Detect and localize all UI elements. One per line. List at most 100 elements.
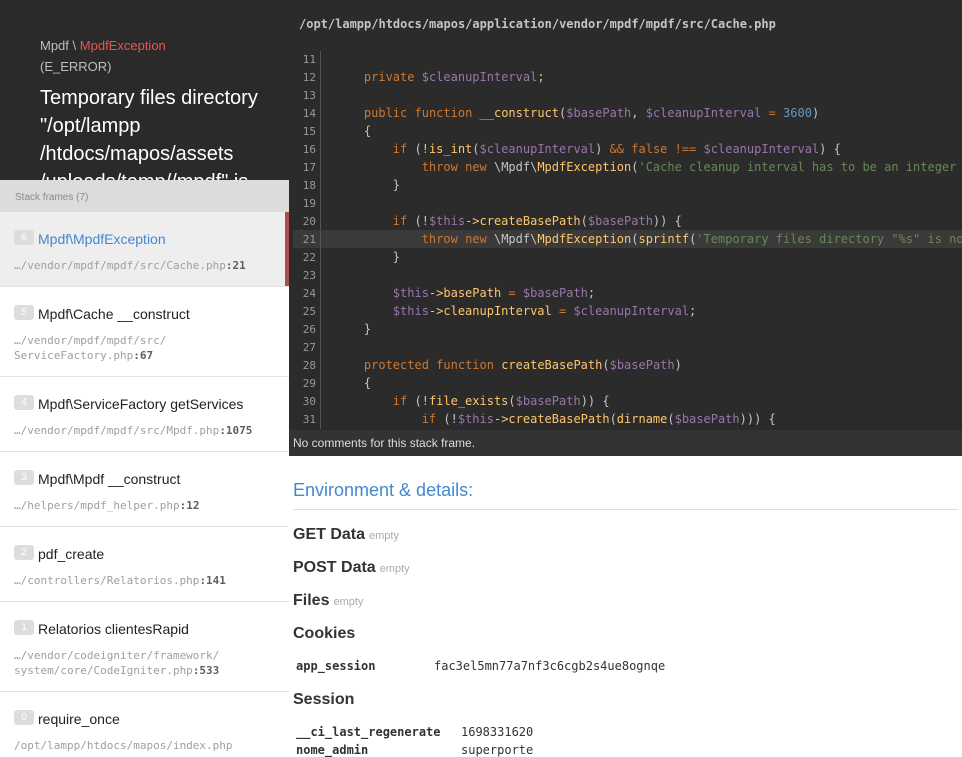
frame-index: 4 xyxy=(14,395,34,410)
frame-file-path: …/helpers/mpdf_helper.php xyxy=(14,499,180,512)
stack-frame[interactable]: 0 require_once/opt/lampp/htdocs/mapos/ind… xyxy=(0,692,289,755)
exception-message[interactable]: Temporary files directory "/opt/lampp /h… xyxy=(40,84,265,180)
code-line-text: private $cleanupInterval; xyxy=(363,70,545,84)
code-line: 29 { xyxy=(293,374,962,393)
code-line-text: throw new \Mpdf\MpdfException(sprintf('T… xyxy=(421,232,962,246)
post-data-label: POST Data xyxy=(293,559,376,576)
exception-class: Mpdf \ MpdfException xyxy=(40,38,166,53)
code-line-number: 11 xyxy=(293,51,321,69)
code-line-text: $this->cleanupInterval = $cleanupInterva… xyxy=(392,304,697,318)
code-line-number: 20 xyxy=(293,213,321,231)
code-line: 31 if (!$this->createBasePath(dirname($b… xyxy=(293,410,962,429)
frame-file: …/vendor/codeigniter/framework/ system/c… xyxy=(14,648,276,678)
code-line-text: } xyxy=(335,250,401,264)
code-line-number: 26 xyxy=(293,321,321,339)
stack-frame[interactable]: 1 Relatorios clientesRapid …/vendor/codeig… xyxy=(0,602,289,692)
stack-frame[interactable]: 5 Mpdf\Cache __construct …/vendor/mpdf/mpd… xyxy=(0,287,289,377)
code-line-number: 14 xyxy=(293,105,321,123)
cookie-key: app_session xyxy=(296,659,376,673)
post-data-section: POST Data empty xyxy=(293,559,410,577)
code-line-number: 30 xyxy=(293,393,321,411)
post-data-empty: empty xyxy=(379,563,410,575)
stack-frame[interactable]: 3 Mpdf\Mpdf __construct …/helpers/mpdf_hel… xyxy=(0,452,289,527)
cookies-section: Cookies xyxy=(293,625,355,643)
code-line-number: 22 xyxy=(293,249,321,267)
details-panel: /opt/lampp/htdocs/mapos/application/vend… xyxy=(289,0,962,757)
frame-file: …/vendor/mpdf/mpdf/src/ ServiceFactory.p… xyxy=(14,333,276,363)
code-line-text: if (!file_exists($basePath)) { xyxy=(392,394,610,408)
files-section: Files empty xyxy=(293,592,363,610)
code-line-number: 18 xyxy=(293,177,321,195)
frame-file: …/controllers/Relatorios.php:141 xyxy=(14,573,276,588)
frame-file-path: …/vendor/mpdf/mpdf/src/Mpdf.php xyxy=(14,424,220,437)
cookies-label: Cookies xyxy=(293,625,356,642)
code-line-text: if (!$this->createBasePath(dirname($base… xyxy=(421,412,776,426)
code-viewer: /opt/lampp/htdocs/mapos/application/vend… xyxy=(289,0,962,430)
code-line-number: 24 xyxy=(293,285,321,303)
code-line: 26 } xyxy=(293,320,962,339)
get-data-empty: empty xyxy=(369,530,399,542)
code-line: 20 if (!$this->createBasePath($basePath)… xyxy=(293,212,962,231)
stack-frames-panel: Mpdf \ MpdfException (E_ERROR) Temporary… xyxy=(0,0,289,755)
exception-class-name: MpdfException xyxy=(79,38,166,53)
frame-file: …/helpers/mpdf_helper.php:12 xyxy=(14,498,276,513)
frame-line-number: :533 xyxy=(192,664,220,677)
code-line: 13 xyxy=(293,86,962,105)
files-empty: empty xyxy=(333,596,364,608)
code-line: 27 xyxy=(293,338,962,357)
code-file-path[interactable]: /opt/lampp/htdocs/mapos/application/vend… xyxy=(299,17,776,31)
code-line-number: 25 xyxy=(293,303,321,321)
code-line-text: } xyxy=(335,322,372,336)
session-section: Session xyxy=(293,691,354,709)
frame-line-number: :21 xyxy=(225,259,246,272)
frame-title: Relatorios clientesRapid xyxy=(38,621,189,637)
frame-file-path: /opt/lampp/htdocs/mapos/index.php xyxy=(14,739,233,752)
exception-namespace: Mpdf xyxy=(40,38,69,53)
stack-frame[interactable]: 6 Mpdf\MpdfException …/vendor/mpdf/mpdf/sr… xyxy=(0,212,289,287)
code-line-number: 28 xyxy=(293,357,321,375)
frame-title: require_once xyxy=(38,711,120,727)
code-line-number: 16 xyxy=(293,141,321,159)
code-line-number: 13 xyxy=(293,87,321,105)
session-key: __ci_last_regenerate xyxy=(296,725,441,739)
code-line-text: } xyxy=(335,178,401,192)
exception-header: Mpdf \ MpdfException (E_ERROR) Temporary… xyxy=(0,0,289,180)
frame-line-number: :1075 xyxy=(219,424,253,437)
code-line-number: 19 xyxy=(293,195,321,213)
get-data-section: GET Data empty xyxy=(293,526,399,544)
frame-title: Mpdf\Cache __construct xyxy=(38,306,190,322)
frame-index: 1 xyxy=(14,620,34,635)
namespace-separator: \ xyxy=(72,38,77,53)
code-line-number: 12 xyxy=(293,69,321,87)
cookie-value: fac3el5mn77a7nf3c6cgb2s4ue8ognqe xyxy=(434,659,666,673)
code-line-number: 23 xyxy=(293,267,321,285)
code-line-text: protected function createBasePath($baseP… xyxy=(363,358,682,372)
code-line: 12 private $cleanupInterval; xyxy=(293,68,962,87)
code-line: 14 public function __construct($basePath… xyxy=(293,104,962,123)
stack-frame[interactable]: 4 Mpdf\ServiceFactory getServices …/vendor… xyxy=(0,377,289,452)
environment-title: Environment & details: xyxy=(293,480,958,510)
code-lines: 11 12 private $cleanupInterval; 13 14 publi… xyxy=(293,50,962,429)
frame-index: 5 xyxy=(14,305,34,320)
code-line: 11 xyxy=(293,50,962,69)
frame-index: 2 xyxy=(14,545,34,560)
frame-comments: No comments for this stack frame. xyxy=(289,430,962,456)
frame-title: pdf_create xyxy=(38,546,105,562)
frame-file-path: …/vendor/codeigniter/framework/ system/c… xyxy=(14,649,220,677)
frame-line-number: :141 xyxy=(199,574,226,587)
code-line-text: { xyxy=(335,124,372,138)
frame-file: …/vendor/mpdf/mpdf/src/Cache.php:21 xyxy=(14,258,276,273)
frame-file-path: …/vendor/mpdf/mpdf/src/Cache.php xyxy=(14,259,226,272)
code-line: 28 protected function createBasePath($ba… xyxy=(293,356,962,375)
code-line: 23 xyxy=(293,266,962,285)
code-line-number: 17 xyxy=(293,159,321,177)
code-line-text: if (!$this->createBasePath($basePath)) { xyxy=(392,214,682,228)
get-data-label: GET Data xyxy=(293,526,366,543)
code-line: 15 { xyxy=(293,122,962,141)
code-line: 21 throw new \Mpdf\MpdfException(sprintf… xyxy=(293,230,962,249)
code-line-text: { xyxy=(335,376,372,390)
frame-line-number: :67 xyxy=(133,349,154,362)
cookie-row: app_session fac3el5mn77a7nf3c6cgb2s4ue8og… xyxy=(296,659,665,673)
stack-frame[interactable]: 2 pdf_create …/controllers/Relatorios.php:… xyxy=(0,527,289,602)
files-label: Files xyxy=(293,592,330,609)
